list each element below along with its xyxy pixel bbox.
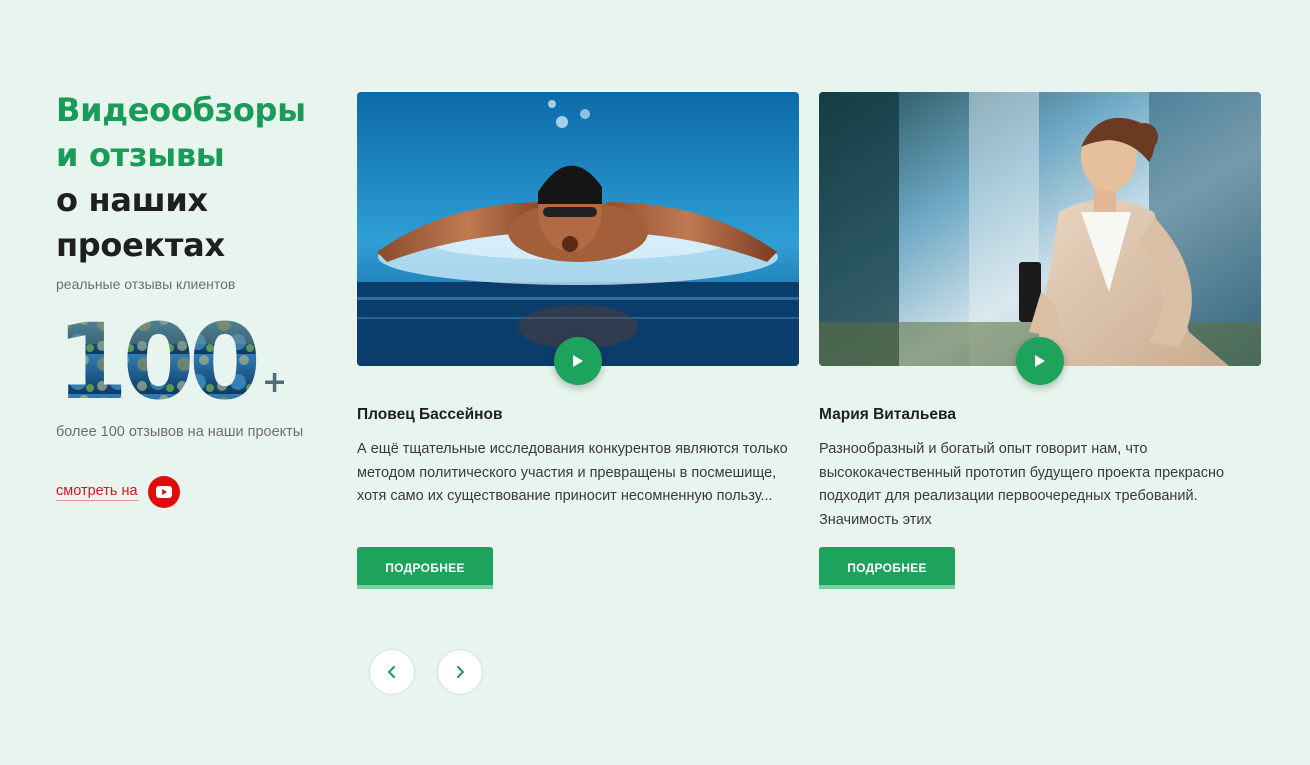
youtube-icon[interactable] — [147, 476, 180, 508]
heading-line-3: о наших — [56, 181, 208, 219]
counter-caption: более 100 отзывов на наши проекты — [56, 424, 304, 440]
card-title: Мария Витальева — [819, 406, 956, 423]
intro-section: Видеообзоры и отзывы о наших проектах ре… — [56, 88, 336, 508]
video-thumbnail[interactable] — [357, 92, 799, 385]
counter-graphic: 100 + — [56, 314, 287, 408]
section-subtitle: реальные отзывы клиентов — [56, 276, 236, 292]
more-button[interactable]: ПОДРОБНЕЕ — [819, 547, 955, 589]
play-icon[interactable] — [554, 337, 602, 385]
counter-plus: + — [262, 365, 287, 400]
review-card: Пловец Бассейнов А ещё тщательные исслед… — [357, 92, 799, 589]
chevron-left-icon — [388, 666, 395, 678]
chevron-right-icon — [457, 666, 464, 678]
heading-line-4: проектах — [56, 226, 225, 264]
swimmer-photo — [357, 92, 799, 366]
carousel-next-button[interactable] — [437, 649, 483, 695]
carousel-prev-button[interactable] — [369, 649, 415, 695]
youtube-link-label[interactable]: смотреть на — [56, 483, 138, 501]
businesswoman-photo — [819, 92, 1261, 366]
section-heading: Видеообзоры и отзывы о наших проектах — [56, 88, 336, 268]
reviews-counter: 100 + — [56, 314, 316, 408]
youtube-link[interactable]: смотреть на — [56, 476, 336, 508]
card-description: А ещё тщательные исследования конкуренто… — [357, 441, 788, 504]
heading-line-2: и отзывы — [56, 136, 225, 174]
heading-line-1: Видеообзоры — [56, 91, 306, 129]
review-card: Мария Витальева Разнообразный и богатый … — [819, 92, 1261, 589]
card-title: Пловец Бассейнов — [357, 406, 503, 423]
video-thumbnail[interactable] — [819, 92, 1261, 385]
more-button[interactable]: ПОДРОБНЕЕ — [357, 547, 493, 589]
card-description: Разнообразный и богатый опыт говорит нам… — [819, 441, 1225, 528]
play-icon[interactable] — [1016, 337, 1064, 385]
